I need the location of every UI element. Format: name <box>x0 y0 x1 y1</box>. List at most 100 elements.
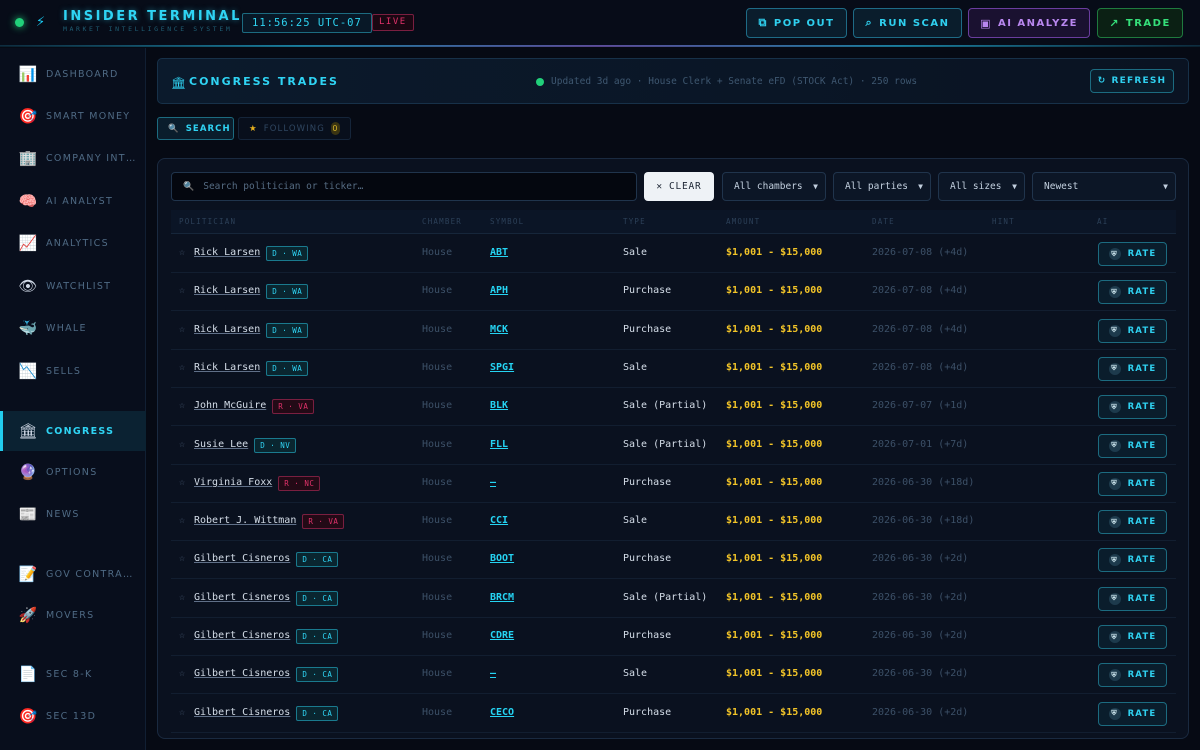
politician-name[interactable]: Rick Larsen <box>194 362 260 373</box>
sidebar-item-gov-contra[interactable]: 📝 GOV CONTRA… <box>0 554 146 594</box>
ai-analyze-button[interactable]: ▣ AI ANALYZE <box>968 8 1090 38</box>
politician-name[interactable]: Gilbert Cisneros <box>194 553 290 564</box>
rate-button[interactable]: ⛨ RATE <box>1098 280 1167 305</box>
sidebar-item-options[interactable]: 🔮 OPTIONS <box>0 452 146 492</box>
rate-button[interactable]: ⛨ RATE <box>1098 471 1167 496</box>
rate-button[interactable]: ⛨ RATE <box>1098 356 1167 381</box>
politician-name[interactable]: John McGuire <box>194 400 266 411</box>
shield-icon: ⛨ <box>1108 592 1121 605</box>
star-icon[interactable]: ☆ <box>179 400 185 411</box>
star-icon[interactable]: ☆ <box>179 668 185 679</box>
star-icon[interactable]: ☆ <box>179 707 185 718</box>
star-icon[interactable]: ☆ <box>179 515 185 526</box>
star-icon[interactable]: ☆ <box>179 324 185 335</box>
refresh-button[interactable]: ↻ REFRESH <box>1090 69 1174 93</box>
star-icon[interactable]: ☆ <box>179 439 185 450</box>
sidebar-item-movers[interactable]: 🚀 MOVERS <box>0 595 146 635</box>
rate-button[interactable]: ⛨ RATE <box>1098 395 1167 420</box>
rate-button[interactable]: ⛨ RATE <box>1098 548 1167 573</box>
symbol-link[interactable]: SPGI <box>490 362 514 373</box>
chamber-value: House <box>422 361 453 373</box>
pop-out-button[interactable]: ⧉ POP OUT <box>746 8 847 38</box>
sidebar-item-ai-analyst[interactable]: 🧠 AI ANALYST <box>0 181 146 221</box>
symbol-link[interactable]: APH <box>490 285 508 296</box>
shield-icon: ⛨ <box>1108 286 1121 299</box>
symbol-link[interactable]: FLL <box>490 439 508 450</box>
symbol-link[interactable]: — <box>490 477 496 488</box>
rate-button[interactable]: ⛨ RATE <box>1098 318 1167 343</box>
star-icon[interactable]: ☆ <box>179 592 185 603</box>
politician-name[interactable]: Rick Larsen <box>194 285 260 296</box>
rate-button[interactable]: ⛨ RATE <box>1098 701 1167 726</box>
shield-icon: ⛨ <box>1108 324 1121 337</box>
column-header-ai[interactable]: AI <box>1097 217 1108 226</box>
rate-button[interactable]: ⛨ RATE <box>1098 663 1167 688</box>
run-scan-button[interactable]: ⌕ RUN SCAN <box>853 8 962 38</box>
star-icon[interactable]: ☆ <box>179 477 185 488</box>
party-badge: R · VA <box>302 514 345 530</box>
rate-button[interactable]: ⛨ RATE <box>1098 625 1167 649</box>
rate-button[interactable]: ⛨ RATE <box>1098 586 1167 611</box>
trade-date: 2026-06-30 (+2d) <box>872 553 969 565</box>
symbol-link[interactable]: CCI <box>490 515 508 526</box>
politician-name[interactable]: Gilbert Cisneros <box>194 707 290 718</box>
sidebar-item-watchlist[interactable]: 👁 WATCHLIST <box>0 266 146 306</box>
sidebar-item-sec-13d[interactable]: 🎯 SEC 13D <box>0 696 146 736</box>
politician-name[interactable]: Gilbert Cisneros <box>194 668 290 679</box>
sidebar-item-sec-8-k[interactable]: 📄 SEC 8-K <box>0 654 146 694</box>
party-select[interactable]: All parties ▼ <box>833 172 931 201</box>
trade-button[interactable]: ↗ TRADE <box>1097 8 1183 38</box>
sidebar-item-company-int[interactable]: 🏢 COMPANY INT… <box>0 138 146 178</box>
politician-name[interactable]: Rick Larsen <box>194 324 260 335</box>
symbol-link[interactable]: BRCM <box>490 592 514 603</box>
star-icon[interactable]: ☆ <box>179 285 185 296</box>
rate-button[interactable]: ⛨ RATE <box>1098 242 1167 266</box>
clear-button[interactable]: ✕ CLEAR <box>644 172 714 201</box>
symbol-link[interactable]: BOOT <box>490 553 514 564</box>
trade-date: 2026-07-08 (+4d) <box>872 247 969 258</box>
sidebar-item-label: CONGRESS <box>46 425 115 437</box>
star-icon[interactable]: ☆ <box>179 247 185 258</box>
symbol-link[interactable]: ABT <box>490 247 508 258</box>
chamber-value: House <box>422 285 453 297</box>
tab-search[interactable]: 🔍 SEARCH <box>157 117 234 140</box>
search-box[interactable]: 🔍 <box>171 172 637 201</box>
symbol-link[interactable]: MCK <box>490 324 508 335</box>
politician-name[interactable]: Robert J. Wittman <box>194 515 296 526</box>
politician-name[interactable]: Rick Larsen <box>194 247 260 258</box>
sidebar-item-smart-money[interactable]: 🎯 SMART MONEY <box>0 96 146 136</box>
sidebar-item-congress[interactable]: 🏛 CONGRESS <box>0 411 146 451</box>
column-header-type[interactable]: TYPE <box>623 217 646 226</box>
column-header-date[interactable]: DATE <box>872 217 895 226</box>
sidebar-item-sells[interactable]: 📉 SELLS <box>0 351 146 391</box>
chamber-select[interactable]: All chambers ▼ <box>722 172 826 201</box>
star-icon[interactable]: ☆ <box>179 630 185 641</box>
politician-name[interactable]: Gilbert Cisneros <box>194 630 290 641</box>
symbol-link[interactable]: BLK <box>490 400 508 411</box>
sidebar-item-whale[interactable]: 🐳 WHALE <box>0 308 146 348</box>
sidebar-item-news[interactable]: 📰 NEWS <box>0 494 146 534</box>
rate-button[interactable]: ⛨ RATE <box>1098 433 1167 458</box>
sidebar-item-dashboard[interactable]: 📊 DASHBOARD <box>0 54 146 94</box>
column-header-politician[interactable]: POLITICIAN <box>179 217 236 226</box>
trade-type: Purchase <box>623 553 672 565</box>
column-header-amount[interactable]: AMOUNT <box>726 217 760 226</box>
search-input[interactable] <box>203 181 624 192</box>
politician-name[interactable]: Virginia Foxx <box>194 477 272 488</box>
sort-select[interactable]: Newest ▼ <box>1032 172 1176 201</box>
rate-button[interactable]: ⛨ RATE <box>1098 510 1167 535</box>
politician-name[interactable]: Susie Lee <box>194 439 248 450</box>
sidebar-item-analytics[interactable]: 📈 ANALYTICS <box>0 223 146 263</box>
politician-name[interactable]: Gilbert Cisneros <box>194 592 290 603</box>
star-icon[interactable]: ☆ <box>179 553 185 564</box>
symbol-link[interactable]: CECO <box>490 707 514 718</box>
symbol-link[interactable]: CDRE <box>490 630 514 641</box>
star-icon[interactable]: ☆ <box>179 362 185 373</box>
size-select[interactable]: All sizes ▼ <box>938 172 1025 201</box>
symbol-link[interactable]: — <box>490 668 496 679</box>
column-header-chamber[interactable]: CHAMBER <box>422 217 462 226</box>
shield-icon: ⛨ <box>1108 554 1121 567</box>
tab-following[interactable]: ★ FOLLOWING 0 <box>238 117 351 140</box>
column-header-hint[interactable]: HINT <box>992 217 1015 226</box>
column-header-symbol[interactable]: SYMBOL <box>490 217 524 226</box>
